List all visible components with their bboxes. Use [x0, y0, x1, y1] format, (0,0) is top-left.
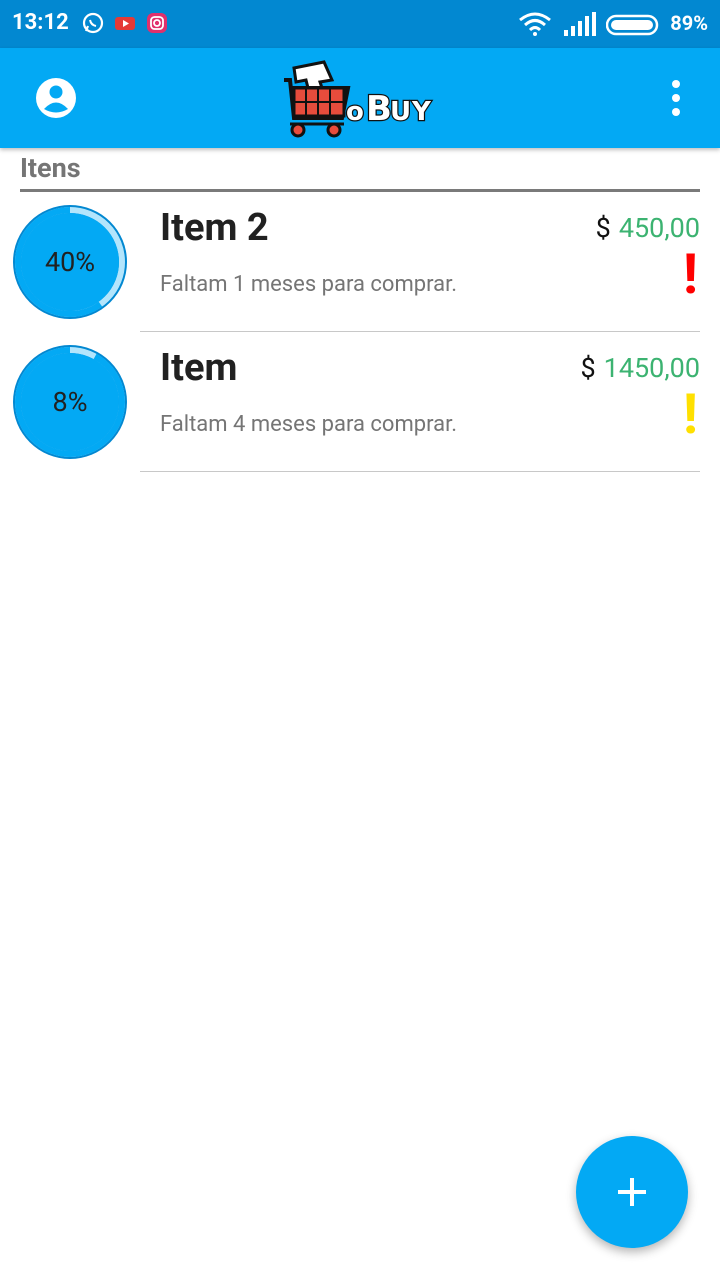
progress-percent: 8%	[52, 386, 88, 418]
priority-alert-icon: !	[682, 241, 698, 307]
section-title: Itens	[20, 152, 81, 184]
list-item[interactable]: 8% Item $1450,00 Faltam 4 meses para com…	[0, 332, 720, 472]
item-name: Item	[160, 346, 238, 390]
add-item-button[interactable]	[576, 1136, 688, 1248]
item-price: $1450,00	[580, 352, 700, 384]
priority-alert-icon: !	[682, 381, 698, 447]
cart-logo-icon: o B U Y	[284, 60, 433, 138]
youtube-icon	[115, 17, 135, 30]
status-bar: 13:12 89%	[0, 0, 720, 48]
svg-text:B: B	[366, 89, 392, 129]
account-icon[interactable]	[34, 76, 78, 120]
currency-symbol: $	[580, 352, 596, 384]
currency-symbol: $	[595, 212, 611, 244]
status-time: 13:12	[12, 10, 69, 35]
svg-text:U: U	[390, 97, 411, 127]
item-subtitle: Faltam 1 meses para comprar.	[160, 272, 458, 297]
battery-level: 89%	[670, 11, 708, 35]
wifi-icon	[519, 12, 551, 36]
item-name: Item 2	[160, 206, 269, 250]
item-subtitle: Faltam 4 meses para comprar.	[160, 412, 458, 437]
list-item[interactable]: 40% Item 2 $450,00 Faltam 1 meses para c…	[0, 192, 720, 332]
more-options-icon[interactable]	[664, 78, 688, 118]
price-value: 450,00	[618, 212, 700, 244]
item-price: $450,00	[596, 212, 700, 244]
app-logo: o B U Y	[280, 58, 440, 140]
app-bar: o B U Y	[0, 48, 720, 148]
battery-icon	[606, 14, 659, 36]
progress-percent: 40%	[44, 246, 96, 278]
price-value: 1450,00	[603, 352, 700, 384]
plus-icon	[618, 1178, 646, 1206]
whatsapp-icon	[82, 12, 104, 34]
item-divider	[140, 471, 700, 472]
signal-icon	[564, 12, 596, 36]
svg-text:Y: Y	[411, 97, 432, 127]
instagram-icon	[147, 13, 167, 33]
svg-text:o: o	[346, 97, 364, 127]
